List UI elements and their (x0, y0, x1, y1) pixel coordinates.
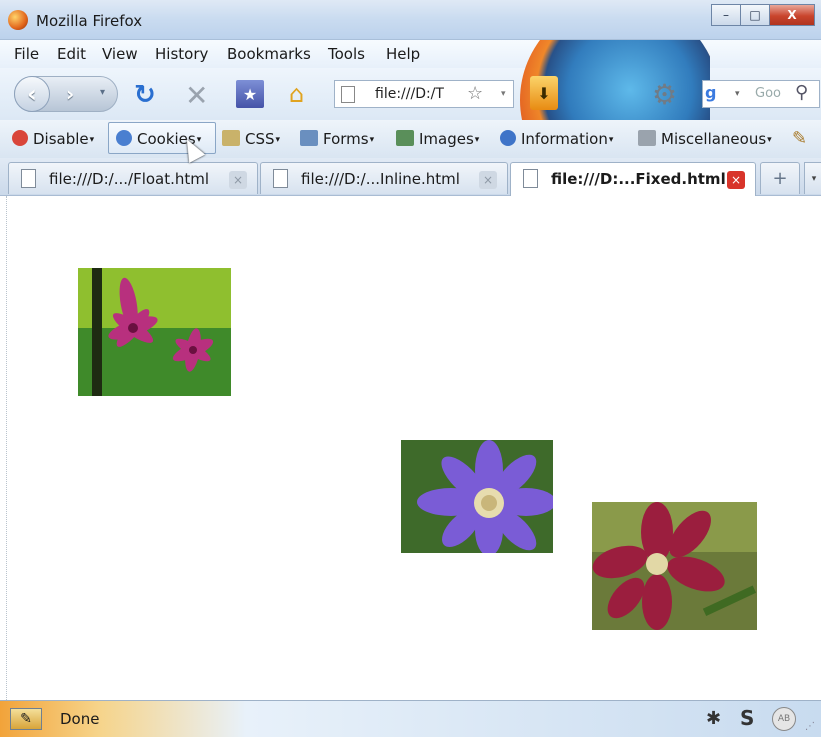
disable-label: Disable (33, 130, 89, 148)
title-bar: Mozilla Firefox – □ X (0, 0, 821, 40)
miscellaneous-icon (638, 130, 656, 146)
pen-icon[interactable]: ✎ (792, 128, 807, 149)
tab-inline[interactable]: file:///D:/...Inline.html × (260, 162, 508, 194)
search-engine-dropdown-icon[interactable]: ▾ (735, 89, 740, 99)
url-bar[interactable]: file:///D:/T ☆ ▾ (334, 80, 514, 108)
page-icon (273, 169, 288, 188)
tab-list-button[interactable]: ▾ (804, 162, 821, 194)
status-bar: ✎ Done ✱ S AB ⋰ (0, 700, 821, 737)
minimize-button[interactable]: – (711, 4, 741, 26)
forward-button[interactable]: › (66, 82, 74, 106)
bookmark-star-icon[interactable]: ☆ (467, 83, 483, 104)
images-label: Images (419, 130, 474, 148)
cookies-icon (116, 130, 132, 146)
information-menu[interactable]: Information▾ (500, 130, 613, 148)
forms-menu[interactable]: Forms▾ (300, 130, 374, 148)
menu-help[interactable]: Help (386, 45, 420, 63)
css-icon (222, 130, 240, 146)
miscellaneous-label: Miscellaneous (661, 130, 767, 148)
disable-icon (12, 130, 28, 146)
red-flower-image (592, 502, 757, 630)
reload-button[interactable]: ↻ (134, 80, 156, 110)
status-text: Done (60, 710, 100, 728)
window-controls: – □ X (711, 4, 815, 26)
forms-icon (300, 130, 318, 146)
chevron-down-icon: ▾ (608, 135, 614, 145)
chevron-down-icon: ▾ (767, 135, 772, 145)
chevron-down-icon: ▾ (275, 135, 281, 145)
gear-icon[interactable]: ⚙ (652, 78, 677, 111)
s-icon[interactable]: S (740, 706, 754, 730)
tab-close-icon[interactable]: × (229, 171, 247, 189)
page-content (6, 196, 821, 700)
history-dropdown-icon[interactable]: ▾ (100, 87, 105, 98)
menu-edit[interactable]: Edit (57, 45, 86, 63)
tab-strip: file:///D:/.../Float.html × file:///D:/.… (0, 158, 821, 196)
disable-menu[interactable]: Disable▾ (12, 130, 94, 148)
status-pen-icon[interactable]: ✎ (10, 708, 42, 730)
miscellaneous-menu[interactable]: Miscellaneous▾ (638, 130, 772, 148)
adblock-icon[interactable]: AB (772, 707, 796, 731)
search-icon[interactable]: ⚲ (795, 82, 808, 103)
css-menu[interactable]: CSS▾ (222, 130, 280, 148)
bug-icon[interactable]: ✱ (706, 708, 721, 729)
tab-float[interactable]: file:///D:/.../Float.html × (8, 162, 258, 194)
close-window-button[interactable]: X (769, 4, 815, 26)
url-text[interactable]: file:///D:/T (375, 86, 444, 102)
menu-tools[interactable]: Tools (328, 45, 365, 63)
chevron-down-icon: ▾ (369, 135, 375, 145)
back-button[interactable]: ‹ (14, 76, 50, 112)
purple-flower-image (401, 440, 553, 553)
firefox-icon (8, 10, 28, 30)
home-button[interactable]: ⌂ (289, 80, 304, 108)
tab-label: file:///D:/.../Float.html (49, 170, 210, 188)
images-icon (396, 130, 414, 146)
page-icon (341, 86, 355, 103)
chevron-down-icon: ▾ (89, 135, 95, 145)
information-icon (500, 130, 516, 146)
search-box[interactable]: g ▾ Goo ⚲ (702, 80, 820, 108)
tab-label: file:///D:...Fixed.html (551, 170, 726, 188)
resize-grip-icon[interactable]: ⋰ (805, 721, 817, 733)
chevron-down-icon: ▾ (474, 135, 480, 145)
forms-label: Forms (323, 130, 369, 148)
search-engine-icon[interactable]: g (705, 83, 729, 105)
tab-close-icon[interactable]: × (479, 171, 497, 189)
tab-fixed[interactable]: file:///D:...Fixed.html × (510, 162, 756, 196)
images-menu[interactable]: Images▾ (396, 130, 479, 148)
search-input[interactable]: Goo (755, 86, 781, 101)
page-icon (523, 169, 538, 188)
css-label: CSS (245, 130, 275, 148)
menu-history[interactable]: History (155, 45, 208, 63)
menu-bookmarks[interactable]: Bookmarks (227, 45, 311, 63)
page-icon (21, 169, 36, 188)
bookmark-button[interactable]: ★ (236, 80, 264, 108)
tab-label: file:///D:/...Inline.html (301, 170, 460, 188)
window-title: Mozilla Firefox (36, 12, 143, 30)
information-label: Information (521, 130, 608, 148)
menu-file[interactable]: File (14, 45, 39, 63)
maximize-button[interactable]: □ (740, 4, 770, 26)
pink-flower-image (78, 268, 231, 396)
tab-close-icon[interactable]: × (727, 171, 745, 189)
new-tab-button[interactable]: + (760, 162, 800, 194)
stop-button[interactable]: ✕ (185, 79, 208, 112)
download-icon[interactable]: ⬇ (530, 76, 558, 110)
menu-view[interactable]: View (102, 45, 138, 63)
